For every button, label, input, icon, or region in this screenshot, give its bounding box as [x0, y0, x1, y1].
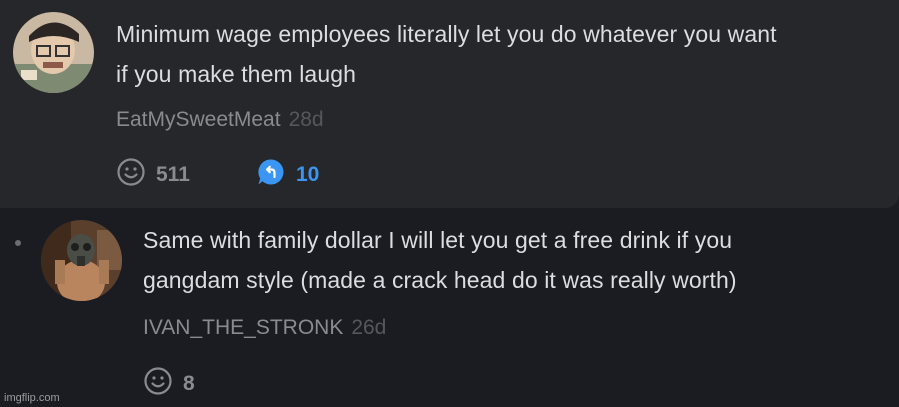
reply-body: Same with family dollar I will let you g…: [143, 220, 737, 300]
reaction-count: 511: [156, 163, 190, 186]
comment-username[interactable]: EatMySweetMeat: [116, 108, 281, 131]
imgflip-watermark: imgflip.com: [4, 392, 60, 404]
comment-text-line: Minimum wage employees literally let you…: [116, 21, 777, 47]
reply-text-line: gangdam style (made a crack head do it w…: [143, 267, 737, 293]
reply-react-button[interactable]: 8: [143, 366, 195, 402]
comment-age: 28d: [288, 108, 324, 131]
smiley-icon: [143, 366, 173, 402]
comment-meta: EatMySweetMeat 28d: [116, 108, 324, 132]
comment-body: Minimum wage employees literally let you…: [116, 14, 777, 94]
commenter-avatar[interactable]: [13, 12, 94, 93]
reply-meta: IVAN_THE_STRONK 26d: [143, 316, 386, 340]
thread-indicator-dot: [15, 240, 21, 246]
reply-age: 26d: [351, 316, 387, 339]
comment-text-line: if you make them laugh: [116, 61, 356, 87]
top-comment-card: Minimum wage employees literally let you…: [0, 0, 899, 208]
replier-avatar[interactable]: [41, 220, 122, 301]
comment-react-button[interactable]: 511: [116, 157, 190, 193]
comment-replies-button[interactable]: 10: [256, 157, 319, 193]
reply-text-line: Same with family dollar I will let you g…: [143, 227, 733, 253]
smiley-icon: [116, 157, 146, 193]
reaction-count: 8: [183, 372, 195, 395]
reply-bubble-icon: [256, 157, 286, 193]
reply-count: 10: [296, 163, 320, 186]
reply-username[interactable]: IVAN_THE_STRONK: [143, 316, 343, 339]
